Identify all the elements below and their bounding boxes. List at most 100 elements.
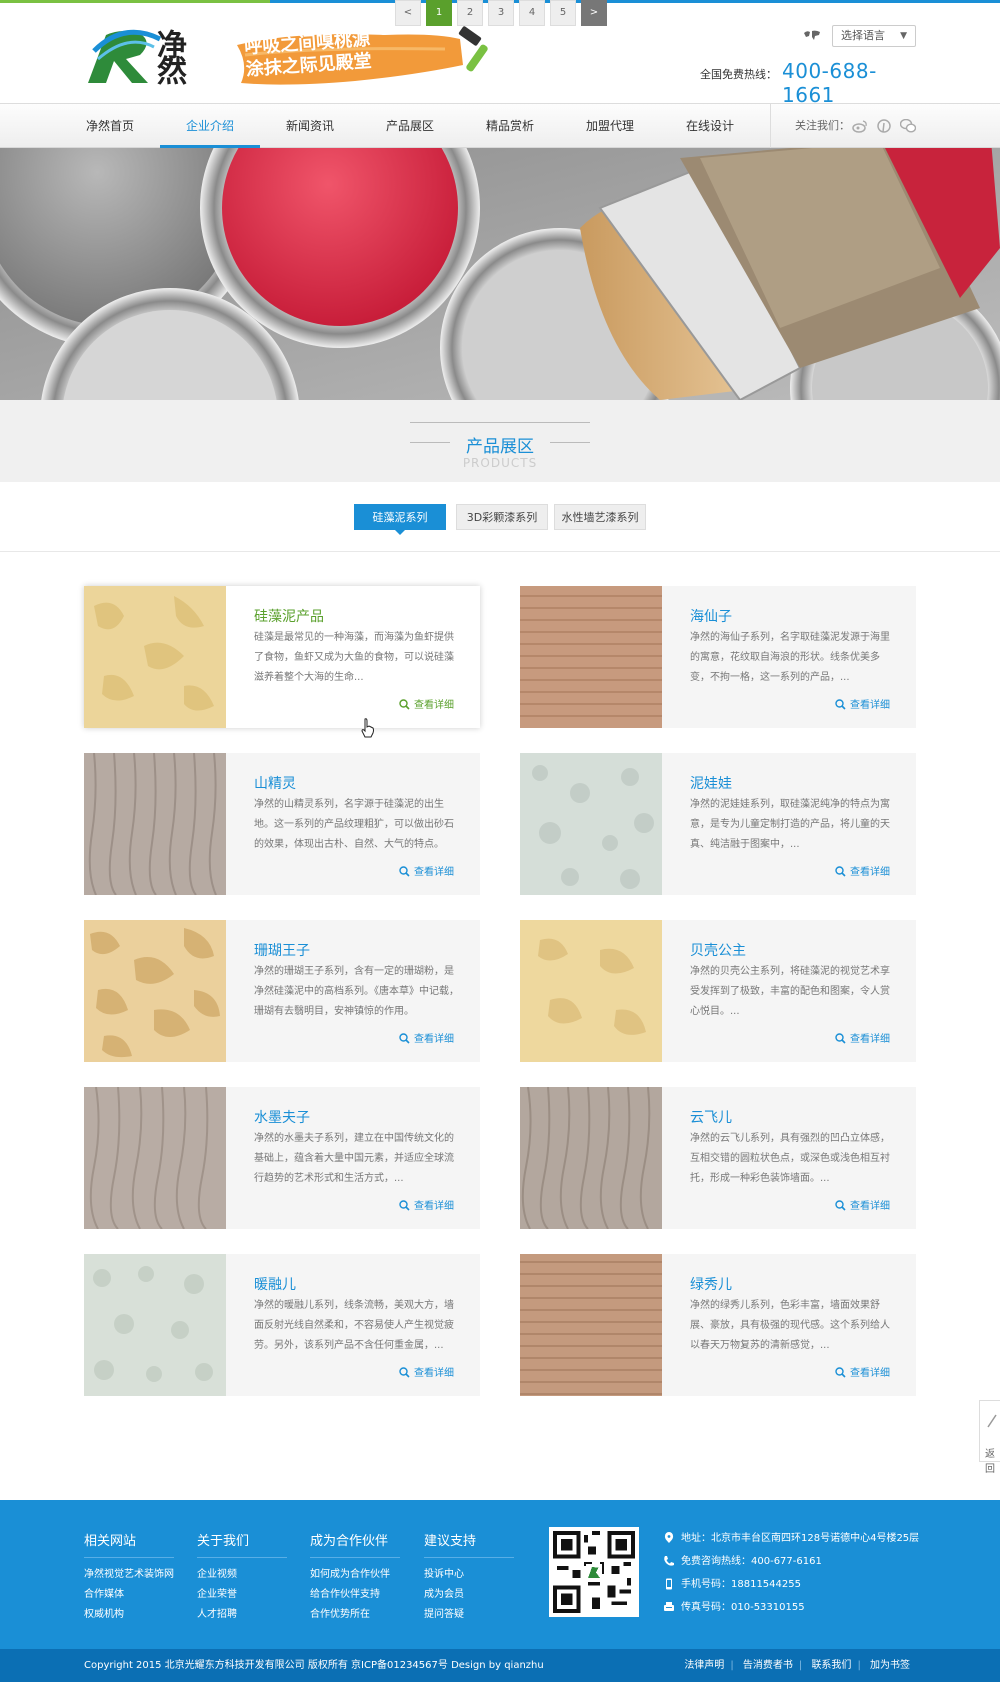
fax-icon xyxy=(664,1602,674,1611)
section-title-bar: 产品展区 PRODUCTS xyxy=(0,400,1000,482)
product-desc: 净然的珊瑚王子系列，含有一定的珊瑚粉，是净然硅藻泥中的高档系列。《唐本草》中记载… xyxy=(254,966,459,1017)
view-detail-link[interactable]: 查看详细 xyxy=(835,1197,890,1212)
search-icon xyxy=(399,1033,410,1044)
pagination-page-5[interactable]: 5 xyxy=(550,0,576,26)
contact-fax: 传真号码：010-53310155 xyxy=(663,1601,943,1624)
product-thumbnail[interactable] xyxy=(84,1254,226,1396)
product-thumbnail[interactable] xyxy=(520,920,662,1062)
product-name[interactable]: 贝壳公主 xyxy=(690,940,746,960)
hotline-label: 全国免费热线： xyxy=(700,68,777,81)
chevron-down-icon: ▼ xyxy=(900,31,907,41)
product-thumbnail[interactable] xyxy=(84,586,226,728)
footer-link[interactable]: 提问答疑 xyxy=(424,1608,514,1622)
product-name[interactable]: 泥娃娃 xyxy=(690,773,732,793)
product-desc: 硅藻是最常见的一种海藻，而海藻为鱼虾提供了食物，鱼虾又成为大鱼的食物，可以说硅藻… xyxy=(254,632,454,683)
product-card[interactable]: 贝壳公主 净然的贝壳公主系列，将硅藻泥的视觉艺术享受发挥到了极致，丰富的配色和图… xyxy=(520,920,916,1062)
location-pin-icon xyxy=(664,1532,674,1543)
footer-link[interactable]: 如何成为合作伙伴 xyxy=(310,1568,400,1582)
pagination-prev-button[interactable]: < xyxy=(395,0,421,26)
view-detail-link[interactable]: 查看详细 xyxy=(399,1030,454,1045)
language-select[interactable]: 选择语言 ▼ xyxy=(832,25,916,47)
link-consumer-notice[interactable]: 告消费者书 xyxy=(743,1660,793,1671)
product-name[interactable]: 云飞儿 xyxy=(690,1107,732,1127)
product-name[interactable]: 暖融儿 xyxy=(254,1274,296,1294)
product-card[interactable]: 珊瑚王子 净然的珊瑚王子系列，含有一定的珊瑚粉，是净然硅藻泥中的高档系列。《唐本… xyxy=(84,920,480,1062)
view-detail-link[interactable]: 查看详细 xyxy=(399,1197,454,1212)
pagination-page-3[interactable]: 3 xyxy=(488,0,514,26)
tab-water-wall-paint[interactable]: 水性墙艺漆系列 xyxy=(554,504,646,530)
view-detail-link[interactable]: 查看详细 xyxy=(835,1364,890,1379)
hand-cursor-icon xyxy=(361,718,374,738)
product-name[interactable]: 硅藻泥产品 xyxy=(254,606,324,626)
view-detail-link[interactable]: 查看详细 xyxy=(399,863,454,878)
footer-link[interactable]: 净然视觉艺术装饰网 xyxy=(84,1568,174,1582)
footer-column-title: 建议支持 xyxy=(424,1530,514,1558)
product-thumbnail[interactable] xyxy=(520,586,662,728)
product-desc: 净然的绿秀儿系列，色彩丰富，墙面效果舒展、豪放，具有极强的现代感。这个系列给人以… xyxy=(690,1300,890,1351)
view-detail-link[interactable]: 查看详细 xyxy=(835,696,890,711)
pagination-page-1[interactable]: 1 xyxy=(426,0,452,26)
footer-link[interactable]: 权威机构 xyxy=(84,1608,174,1622)
product-card[interactable]: 水墨夫子 净然的水墨夫子系列，建立在中国传统文化的基础上，蕴含着大量中国元素，并… xyxy=(84,1087,480,1229)
back-to-top-button[interactable]: 返回 xyxy=(979,1400,1000,1475)
view-detail-link[interactable]: 查看详细 xyxy=(399,1364,454,1379)
pagination-page-4[interactable]: 4 xyxy=(519,0,545,26)
product-thumbnail[interactable] xyxy=(84,753,226,895)
nav-item-design[interactable]: 在线设计 xyxy=(660,104,760,148)
view-detail-link[interactable]: 查看详细 xyxy=(835,863,890,878)
footer-link[interactable]: 企业荣誉 xyxy=(197,1588,287,1602)
link-bookmark[interactable]: 加为书签 xyxy=(870,1660,910,1671)
product-card[interactable]: 暖融儿 净然的暖融儿系列，线条流畅，美观大方，墙面反射光线自然柔和，不容易使人产… xyxy=(84,1254,480,1396)
nav-item-news[interactable]: 新闻资讯 xyxy=(260,104,360,148)
search-icon xyxy=(399,1200,410,1211)
product-thumbnail[interactable] xyxy=(520,753,662,895)
footer-link[interactable]: 投诉中心 xyxy=(424,1568,514,1582)
footer-link[interactable]: 合作优势所在 xyxy=(310,1608,400,1622)
nav-item-showcase[interactable]: 精品赏析 xyxy=(460,104,560,148)
product-name[interactable]: 海仙子 xyxy=(690,606,732,626)
pinterest-icon[interactable] xyxy=(876,119,892,133)
link-legal[interactable]: 法律声明 xyxy=(684,1660,724,1671)
nav-item-home[interactable]: 净然首页 xyxy=(60,104,160,148)
product-card[interactable]: 泥娃娃 净然的泥娃娃系列，取硅藻泥纯净的特点为寓意，是专为儿童定制打造的产品，将… xyxy=(520,753,916,895)
product-card[interactable]: 山精灵 净然的山精灵系列，名字源于硅藻泥的出生地。这一系列的产品纹理粗犷，可以做… xyxy=(84,753,480,895)
product-card[interactable]: 硅藻泥产品 硅藻是最常见的一种海藻，而海藻为鱼虾提供了食物，鱼虾又成为大鱼的食物… xyxy=(84,586,480,728)
qr-code xyxy=(549,1527,639,1617)
link-contact[interactable]: 联系我们 xyxy=(811,1660,851,1671)
contact-address: 地址：北京市丰台区南四环128号诺德中心4号楼25层 xyxy=(663,1532,943,1555)
footer-column-title: 关于我们 xyxy=(197,1530,287,1558)
product-name[interactable]: 珊瑚王子 xyxy=(254,940,310,960)
nav-item-franchise[interactable]: 加盟代理 xyxy=(560,104,660,148)
footer-link[interactable]: 人才招聘 xyxy=(197,1608,287,1622)
product-name[interactable]: 水墨夫子 xyxy=(254,1107,310,1127)
wechat-icon[interactable] xyxy=(900,119,916,133)
nav-item-products[interactable]: 产品展区 xyxy=(360,104,460,148)
contact-info: 地址：北京市丰台区南四环128号诺德中心4号楼25层 免费咨询热线：400-67… xyxy=(663,1532,943,1624)
product-card[interactable]: 绿秀儿 净然的绿秀儿系列，色彩丰富，墙面效果舒展、豪放，具有极强的现代感。这个系… xyxy=(520,1254,916,1396)
pagination-next-button[interactable]: > xyxy=(581,0,607,26)
weibo-icon[interactable] xyxy=(852,119,868,133)
site-logo[interactable]: 净然 xyxy=(84,21,204,87)
search-icon xyxy=(399,866,410,877)
nav-item-about[interactable]: 企业介绍 xyxy=(160,104,260,148)
footer-link[interactable]: 给合作伙伴支持 xyxy=(310,1588,400,1602)
product-thumbnail[interactable] xyxy=(520,1254,662,1396)
footer-column-title: 成为合作伙伴 xyxy=(310,1530,400,1558)
pagination-page-2[interactable]: 2 xyxy=(457,0,483,26)
product-name[interactable]: 山精灵 xyxy=(254,773,296,793)
copyright-bar: Copyright 2015 北京光耀东方科技开发有限公司 版权所有 京ICP备… xyxy=(0,1649,1000,1682)
product-thumbnail[interactable] xyxy=(84,920,226,1062)
product-card[interactable]: 云飞儿 净然的云飞儿系列，具有强烈的凹凸立体感，互相交错的圆粒状色点，或深色或浅… xyxy=(520,1087,916,1229)
product-thumbnail[interactable] xyxy=(84,1087,226,1229)
product-name[interactable]: 绿秀儿 xyxy=(690,1274,732,1294)
view-detail-link[interactable]: 查看详细 xyxy=(835,1030,890,1045)
tab-diatom-mud[interactable]: 硅藻泥系列 xyxy=(354,504,446,535)
footer-link[interactable]: 合作媒体 xyxy=(84,1588,174,1602)
footer-link[interactable]: 企业视频 xyxy=(197,1568,287,1582)
product-thumbnail[interactable] xyxy=(520,1087,662,1229)
back-arrow-icon xyxy=(987,1414,997,1428)
tab-3d-paint[interactable]: 3D彩颗漆系列 xyxy=(456,504,548,530)
footer-link[interactable]: 成为会员 xyxy=(424,1588,514,1602)
view-detail-link[interactable]: 查看详细 xyxy=(399,696,454,711)
product-card[interactable]: 海仙子 净然的海仙子系列，名字取硅藻泥发源于海里的寓意，花纹取自海浪的形状。线条… xyxy=(520,586,916,728)
